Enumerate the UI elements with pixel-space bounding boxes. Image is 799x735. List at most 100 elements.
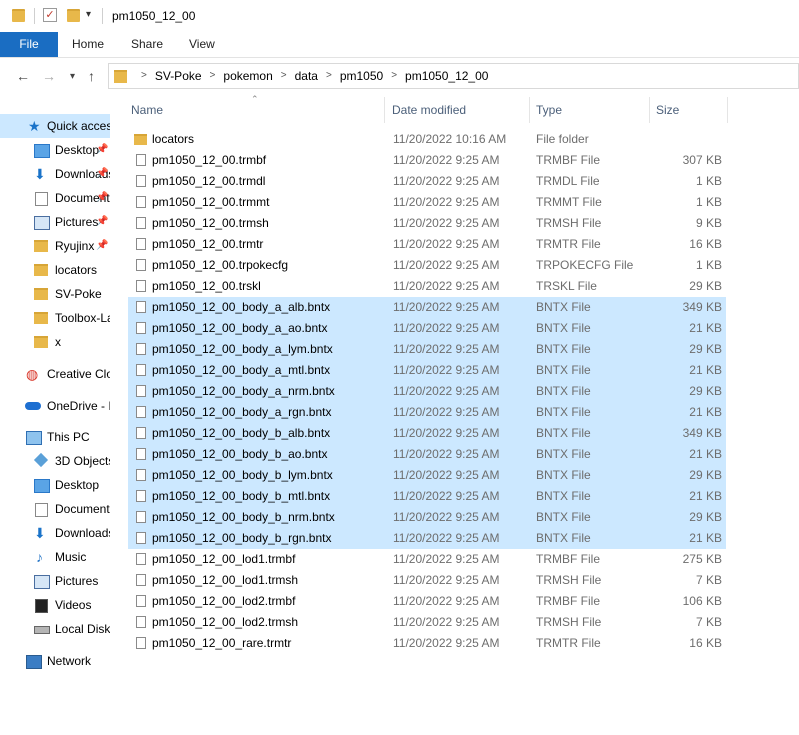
file-row[interactable]: locators 11/20/2022 10:16 AM File folder: [128, 129, 726, 150]
nav-item-pictures[interactable]: Pictures: [0, 569, 110, 593]
nav-item-desktop-pinned[interactable]: Desktop 📌: [0, 138, 110, 162]
file-date-modified: 11/20/2022 9:25 AM: [393, 489, 500, 503]
chevron-right-icon[interactable]: >: [141, 64, 147, 88]
nav-item-x[interactable]: x: [0, 330, 110, 354]
nav-item-network[interactable]: Network: [0, 649, 110, 673]
chevron-right-icon[interactable]: >: [281, 64, 287, 88]
file-row[interactable]: pm1050_12_00_body_b_alb.bntx 11/20/2022 9…: [128, 423, 726, 444]
properties-icon[interactable]: ✓: [43, 8, 57, 22]
file-row[interactable]: pm1050_12_00.trmdl 11/20/2022 9:25 AM TRMD…: [128, 171, 726, 192]
recent-locations-chevron-icon[interactable]: ▾: [70, 71, 75, 82]
file-type: BNTX File: [536, 342, 591, 356]
chevron-right-icon[interactable]: >: [391, 64, 397, 88]
file-row[interactable]: pm1050_12_00_lod1.trmsh 11/20/2022 9:25 A…: [128, 570, 726, 591]
file-name: pm1050_12_00_lod2.trmbf: [152, 594, 296, 608]
file-row[interactable]: pm1050_12_00_body_b_lym.bntx 11/20/2022 9…: [128, 465, 726, 486]
column-header-type[interactable]: Type: [536, 95, 562, 125]
tab-share[interactable]: Share: [131, 32, 163, 57]
file-row[interactable]: pm1050_12_00_body_a_ao.bntx 11/20/2022 9:…: [128, 318, 726, 339]
nav-item-desktop[interactable]: Desktop: [0, 473, 110, 497]
nav-item-music[interactable]: ♪ Music: [0, 545, 110, 569]
file-row[interactable]: pm1050_12_00.trmtr 11/20/2022 9:25 AM TRMT…: [128, 234, 726, 255]
nav-item-quick-access[interactable]: ★ Quick access: [0, 114, 110, 138]
nav-item-ryujinx[interactable]: Ryujinx 📌: [0, 234, 110, 258]
tab-home[interactable]: Home: [72, 32, 104, 57]
nav-item-documents[interactable]: Documents: [0, 497, 110, 521]
file-row[interactable]: pm1050_12_00.trmsh 11/20/2022 9:25 AM TRMS…: [128, 213, 726, 234]
file-icon: [136, 469, 146, 481]
column-header-size[interactable]: Size: [656, 95, 679, 125]
nav-item-toolbox[interactable]: Toolbox-La: [0, 306, 110, 330]
file-icon: [136, 196, 146, 208]
file-row[interactable]: pm1050_12_00_lod2.trmsh 11/20/2022 9:25 A…: [128, 612, 726, 633]
new-folder-icon[interactable]: [67, 9, 80, 22]
file-type: BNTX File: [536, 363, 591, 377]
download-icon: ⬇: [34, 166, 46, 182]
nav-item-creative-cloud[interactable]: ◍ Creative Clo: [0, 362, 110, 386]
file-date-modified: 11/20/2022 9:25 AM: [393, 300, 500, 314]
file-size: 7 KB: [695, 615, 722, 629]
file-row[interactable]: pm1050_12_00_body_a_lym.bntx 11/20/2022 9…: [128, 339, 726, 360]
file-name: pm1050_12_00_body_b_rgn.bntx: [152, 531, 332, 545]
nav-item-this-pc[interactable]: This PC: [0, 425, 110, 449]
file-type: BNTX File: [536, 405, 591, 419]
file-row[interactable]: pm1050_12_00_body_a_mtl.bntx 11/20/2022 9…: [128, 360, 726, 381]
nav-item-label: Quick access: [47, 119, 110, 133]
column-divider[interactable]: [649, 97, 650, 123]
nav-item-videos[interactable]: Videos: [0, 593, 110, 617]
file-date-modified: 11/20/2022 10:16 AM: [393, 132, 507, 146]
file-row[interactable]: pm1050_12_00.trmbf 11/20/2022 9:25 AM TRMB…: [128, 150, 726, 171]
nav-item-locators[interactable]: locators: [0, 258, 110, 282]
file-row[interactable]: pm1050_12_00_lod1.trmbf 11/20/2022 9:25 A…: [128, 549, 726, 570]
file-row[interactable]: pm1050_12_00_body_b_nrm.bntx 11/20/2022 9…: [128, 507, 726, 528]
file-row[interactable]: pm1050_12_00_rare.trmtr 11/20/2022 9:25 A…: [128, 633, 726, 654]
address-bar[interactable]: > SV-Poke > pokemon > data > pm1050 > pm…: [108, 63, 799, 89]
folder-icon[interactable]: [12, 9, 25, 22]
nav-item-downloads[interactable]: ⬇ Downloads: [0, 521, 110, 545]
column-divider[interactable]: [529, 97, 530, 123]
nav-item-downloads-pinned[interactable]: ⬇ Downloads 📌: [0, 162, 110, 186]
customize-toolbar-chevron-icon[interactable]: ▾: [86, 9, 91, 20]
breadcrumb-data[interactable]: data: [295, 64, 318, 88]
chevron-right-icon[interactable]: >: [326, 64, 332, 88]
breadcrumb-sv-poke[interactable]: SV-Poke: [155, 64, 202, 88]
file-row[interactable]: pm1050_12_00_body_a_rgn.bntx 11/20/2022 9…: [128, 402, 726, 423]
breadcrumb-pm1050[interactable]: pm1050: [340, 64, 383, 88]
toolbar-divider: [102, 8, 103, 24]
file-date-modified: 11/20/2022 9:25 AM: [393, 510, 500, 524]
file-row[interactable]: pm1050_12_00.trmmt 11/20/2022 9:25 AM TRMM…: [128, 192, 726, 213]
forward-arrow-icon[interactable]: →: [42, 68, 56, 84]
up-arrow-icon[interactable]: ↑: [88, 68, 95, 84]
column-divider[interactable]: [384, 97, 385, 123]
tab-file[interactable]: File: [0, 32, 58, 57]
file-date-modified: 11/20/2022 9:25 AM: [393, 174, 500, 188]
tab-view[interactable]: View: [189, 32, 215, 57]
file-row[interactable]: pm1050_12_00_body_a_nrm.bntx 11/20/2022 9…: [128, 381, 726, 402]
file-icon: [136, 364, 146, 376]
column-header-name[interactable]: Name: [131, 95, 163, 125]
column-header-date[interactable]: Date modified: [392, 95, 466, 125]
file-date-modified: 11/20/2022 9:25 AM: [393, 636, 500, 650]
file-row[interactable]: pm1050_12_00_body_b_rgn.bntx 11/20/2022 9…: [128, 528, 726, 549]
file-name: pm1050_12_00_body_a_lym.bntx: [152, 342, 333, 356]
nav-item-sv-poke[interactable]: SV-Poke: [0, 282, 110, 306]
file-row[interactable]: pm1050_12_00.trpokecfg 11/20/2022 9:25 AM…: [128, 255, 726, 276]
file-type: TRSKL File: [536, 279, 597, 293]
file-row[interactable]: pm1050_12_00_body_b_ao.bntx 11/20/2022 9:…: [128, 444, 726, 465]
chevron-right-icon[interactable]: >: [210, 64, 216, 88]
file-row[interactable]: pm1050_12_00_lod2.trmbf 11/20/2022 9:25 A…: [128, 591, 726, 612]
nav-item-3d-objects[interactable]: 3D Objects: [0, 449, 110, 473]
column-divider[interactable]: [727, 97, 728, 123]
breadcrumb-pokemon[interactable]: pokemon: [223, 64, 272, 88]
file-row[interactable]: pm1050_12_00_body_a_alb.bntx 11/20/2022 9…: [128, 297, 726, 318]
nav-item-documents-pinned[interactable]: Documents 📌: [0, 186, 110, 210]
nav-item-pictures-pinned[interactable]: Pictures 📌: [0, 210, 110, 234]
file-row[interactable]: pm1050_12_00.trskl 11/20/2022 9:25 AM TRSK…: [128, 276, 726, 297]
back-arrow-icon[interactable]: ←: [16, 68, 30, 84]
file-date-modified: 11/20/2022 9:25 AM: [393, 363, 500, 377]
file-size: 29 KB: [689, 468, 722, 482]
file-row[interactable]: pm1050_12_00_body_b_mtl.bntx 11/20/2022 9…: [128, 486, 726, 507]
breadcrumb-pm1050-12-00[interactable]: pm1050_12_00: [405, 64, 488, 88]
nav-item-onedrive[interactable]: OneDrive - I: [0, 394, 110, 418]
nav-item-local-disk[interactable]: Local Disk: [0, 617, 110, 641]
